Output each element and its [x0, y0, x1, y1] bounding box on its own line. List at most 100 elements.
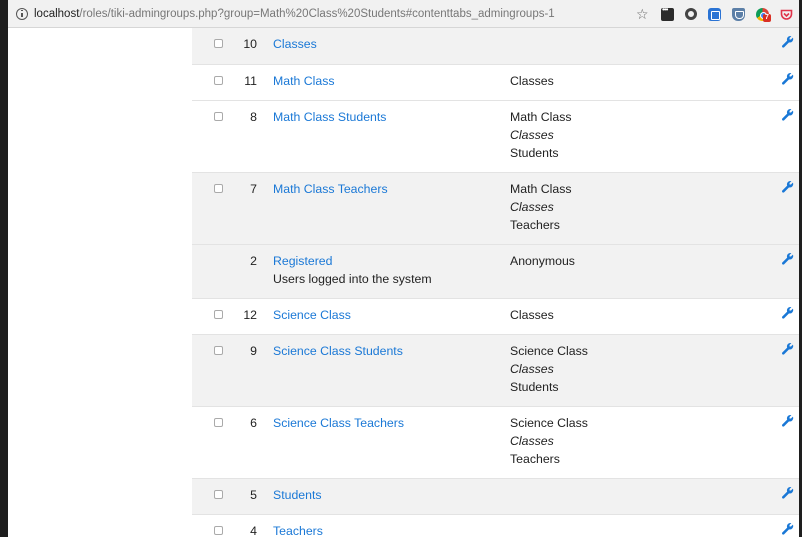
- inherited-group: Classes: [510, 200, 554, 214]
- inherited-group: Classes: [510, 128, 554, 142]
- group-name-link[interactable]: Science Class Teachers: [273, 414, 493, 432]
- row-checkbox[interactable]: [214, 490, 223, 499]
- extension-circle-icon[interactable]: [685, 8, 697, 20]
- group-inherits-cell: Classes: [510, 72, 710, 90]
- wrench-icon[interactable]: [781, 35, 794, 48]
- wrench-icon[interactable]: [781, 252, 794, 265]
- star-icon[interactable]: ☆: [636, 7, 650, 21]
- wrench-icon[interactable]: [781, 180, 794, 193]
- group-id: 5: [250, 488, 257, 502]
- group-name-link[interactable]: Classes: [273, 35, 493, 53]
- inherited-group: Students: [510, 380, 559, 394]
- group-name-cell: Math Class: [273, 72, 493, 90]
- group-id: 4: [250, 524, 257, 537]
- inherited-group: Teachers: [510, 452, 560, 466]
- wrench-icon[interactable]: [781, 342, 794, 355]
- inherited-group: Classes: [510, 74, 554, 88]
- group-name-link[interactable]: Students: [273, 486, 493, 504]
- group-id: 11: [244, 74, 257, 88]
- table-row: 7 Math Class Teachers Math Class Classes Tea…: [192, 172, 799, 244]
- row-checkbox[interactable]: [214, 310, 223, 319]
- group-id: 12: [243, 308, 257, 322]
- group-inherits-cell: Math Class Classes Teachers: [510, 180, 710, 234]
- group-name-cell: Math Class Students: [273, 108, 493, 126]
- group-id: 7: [250, 182, 257, 196]
- group-name-cell: Science Class Students: [273, 342, 493, 360]
- group-name-cell: Students: [273, 486, 493, 504]
- group-name-link[interactable]: Math Class: [273, 72, 493, 90]
- table-row: 2 Registered Users logged into the system A…: [192, 244, 799, 298]
- group-description: Users logged into the system: [273, 272, 432, 286]
- page-content: 10 Classes 11 Math Class Classes 8 Math Class …: [8, 28, 799, 537]
- inherited-group: Science Class: [510, 344, 588, 358]
- extension-blue-icon[interactable]: [708, 7, 721, 21]
- group-name-cell: Science Class Teachers: [273, 414, 493, 432]
- url-text[interactable]: localhost/roles/tiki-admingroups.php?gro…: [34, 8, 555, 20]
- group-name-link[interactable]: Science Class Students: [273, 342, 493, 360]
- group-name-link[interactable]: Math Class Teachers: [273, 180, 493, 198]
- toolbar-icons: ☆ 7: [636, 5, 793, 22]
- wrench-icon[interactable]: [781, 414, 794, 427]
- group-id: 2: [250, 254, 257, 268]
- group-inherits-cell: Science Class Classes Teachers: [510, 414, 710, 468]
- group-name-cell: Science Class: [273, 306, 493, 324]
- group-name-cell: Classes: [273, 35, 493, 53]
- window-frame-left: [0, 0, 8, 537]
- group-inherits-cell: Math Class Classes Students: [510, 108, 710, 162]
- table-row: 10 Classes: [192, 28, 799, 64]
- wrench-icon[interactable]: [781, 108, 794, 121]
- group-name-link[interactable]: Math Class Students: [273, 108, 493, 126]
- table-row: 5 Students: [192, 478, 799, 514]
- inherited-group: Students: [510, 146, 559, 160]
- chrome-extension-icon[interactable]: 7: [756, 7, 771, 22]
- wrench-icon[interactable]: [781, 486, 794, 499]
- group-name-cell: Registered Users logged into the system: [273, 252, 493, 288]
- group-id: 6: [250, 416, 257, 430]
- extension-dark-icon[interactable]: [661, 5, 674, 21]
- url-host: localhost: [34, 7, 80, 20]
- groups-table: 10 Classes 11 Math Class Classes 8 Math Class …: [192, 28, 799, 537]
- wrench-icon[interactable]: [781, 72, 794, 85]
- row-checkbox[interactable]: [214, 112, 223, 121]
- inherited-group: Classes: [510, 362, 554, 376]
- table-row: 12 Science Class Classes: [192, 298, 799, 334]
- url-path: /roles/tiki-admingroups.php?group=Math%2…: [79, 7, 555, 20]
- extension-badge: 7: [763, 13, 771, 22]
- sidebar: [8, 28, 192, 537]
- group-inherits-cell: Anonymous: [510, 252, 710, 270]
- wrench-icon[interactable]: [781, 306, 794, 319]
- group-name-link[interactable]: Science Class: [273, 306, 493, 324]
- group-id: 10: [243, 37, 257, 51]
- group-name-cell: Teachers: [273, 522, 493, 537]
- table-row: 11 Math Class Classes: [192, 64, 799, 100]
- inherited-group: Anonymous: [510, 254, 575, 268]
- group-name-cell: Math Class Teachers: [273, 180, 493, 198]
- inherited-group: Teachers: [510, 218, 560, 232]
- row-checkbox[interactable]: [214, 184, 223, 193]
- row-checkbox[interactable]: [214, 418, 223, 427]
- row-checkbox[interactable]: [214, 39, 223, 48]
- group-id: 8: [250, 110, 257, 124]
- extension-shield-icon[interactable]: [732, 7, 745, 21]
- row-checkbox[interactable]: [214, 346, 223, 355]
- inherited-group: Science Class: [510, 416, 588, 430]
- row-checkbox[interactable]: [214, 526, 223, 535]
- inherited-group: Classes: [510, 434, 554, 448]
- table-row: 8 Math Class Students Math Class Classes Stu…: [192, 100, 799, 172]
- group-inherits-cell: Classes: [510, 306, 710, 324]
- row-checkbox[interactable]: [214, 76, 223, 85]
- group-name-link[interactable]: Registered: [273, 252, 493, 270]
- inherited-group: Classes: [510, 308, 554, 322]
- group-inherits-cell: Science Class Classes Students: [510, 342, 710, 396]
- group-name-link[interactable]: Teachers: [273, 522, 493, 537]
- table-row: 4 Teachers: [192, 514, 799, 537]
- inherited-group: Math Class: [510, 182, 572, 196]
- pocket-icon[interactable]: [780, 8, 793, 20]
- info-icon[interactable]: [16, 7, 28, 20]
- table-row: 9 Science Class Students Science Class Clas…: [192, 334, 799, 406]
- wrench-icon[interactable]: [781, 522, 794, 535]
- table-row: 6 Science Class Teachers Science Class Clas…: [192, 406, 799, 478]
- address-bar[interactable]: localhost/roles/tiki-admingroups.php?gro…: [8, 0, 799, 28]
- group-id: 9: [250, 344, 257, 358]
- inherited-group: Math Class: [510, 110, 572, 124]
